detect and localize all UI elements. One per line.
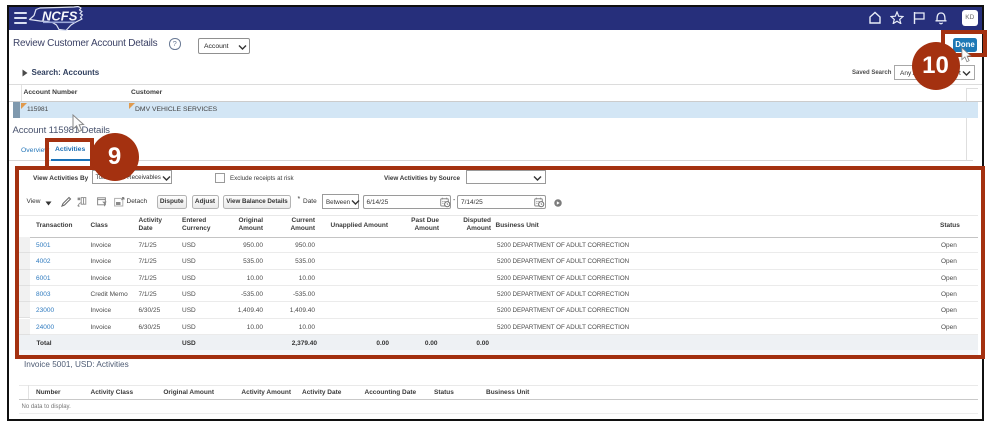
svg-text:NCFS: NCFS	[42, 9, 78, 24]
